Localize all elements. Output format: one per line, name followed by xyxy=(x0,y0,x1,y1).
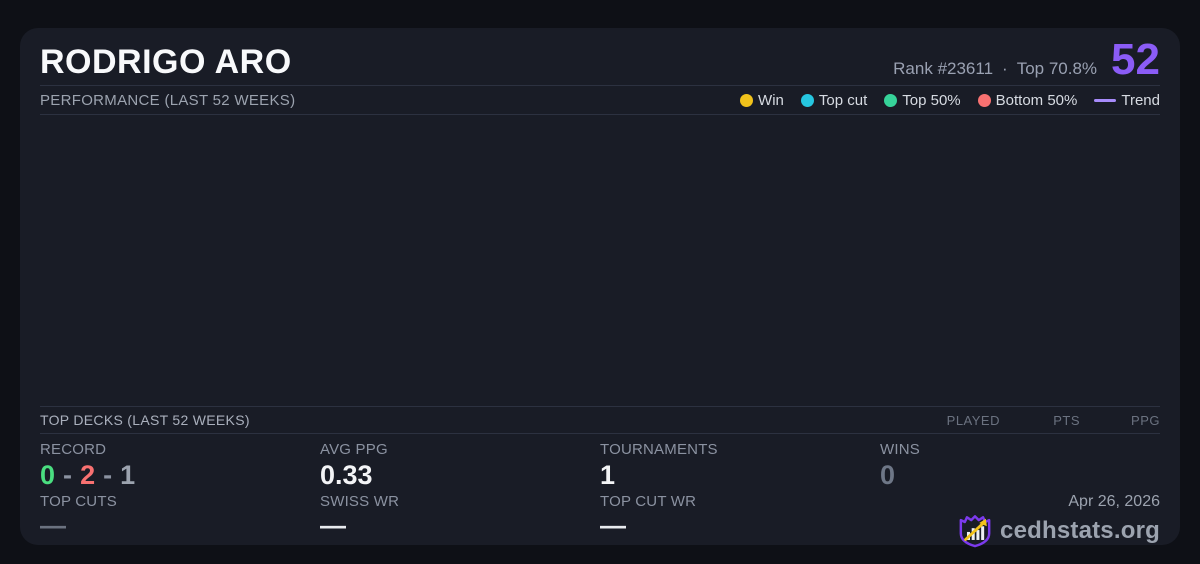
bottom50-dot-icon xyxy=(978,94,991,107)
footer-date: Apr 26, 2026 xyxy=(880,493,1160,511)
legend-label-win: Win xyxy=(758,92,784,109)
chart-legend: Win Top cut Top 50% Bottom 50% Trend xyxy=(740,92,1160,109)
top-cut-dot-icon xyxy=(801,94,814,107)
legend-item-bottom50: Bottom 50% xyxy=(978,92,1078,109)
legend-item-win: Win xyxy=(740,92,784,109)
performance-header: PERFORMANCE (LAST 52 WEEKS) Win Top cut … xyxy=(40,86,1160,115)
top-cuts-label: TOP CUTS xyxy=(40,493,320,510)
top-percent-text: Top 70.8% xyxy=(1017,59,1097,79)
brand-name: cedhstats.org xyxy=(1000,517,1160,545)
rank-separator: · xyxy=(1002,59,1008,79)
column-header-ppg: PPG xyxy=(1080,413,1160,428)
top50-dot-icon xyxy=(884,94,897,107)
record-label: RECORD xyxy=(40,441,320,458)
stat-avg-ppg: AVG PPG 0.33 xyxy=(320,441,600,493)
stat-tournaments: TOURNAMENTS 1 xyxy=(600,441,880,493)
stats-grid: RECORD 0 - 2 - 1 AVG PPG 0.33 TOURNAMENT… xyxy=(40,434,1160,548)
tournaments-label: TOURNAMENTS xyxy=(600,441,880,458)
stat-record: RECORD 0 - 2 - 1 xyxy=(40,441,320,493)
avg-ppg-value: 0.33 xyxy=(320,461,600,489)
record-losses: 2 xyxy=(80,460,96,490)
legend-item-top50: Top 50% xyxy=(884,92,960,109)
brand-row[interactable]: cedhstats.org xyxy=(880,514,1160,548)
legend-item-top-cut: Top cut xyxy=(801,92,867,109)
record-sep1: - xyxy=(63,460,73,490)
legend-label-top-cut: Top cut xyxy=(819,92,867,109)
stat-top-cuts: TOP CUTS — xyxy=(40,493,320,548)
top-cut-wr-value: — xyxy=(600,513,880,537)
record-sep2: - xyxy=(103,460,113,490)
avg-ppg-label: AVG PPG xyxy=(320,441,600,458)
card-header: RODRIGO ARO Rank #23611 · Top 70.8% 52 xyxy=(40,28,1160,86)
wins-value: 0 xyxy=(880,461,1160,489)
top-decks-columns: PLAYED PTS PPG xyxy=(920,413,1160,428)
player-stats-card: RODRIGO ARO Rank #23611 · Top 70.8% 52 P… xyxy=(20,28,1180,545)
top-decks-heading: TOP DECKS (LAST 52 WEEKS) xyxy=(40,412,250,428)
column-header-pts: PTS xyxy=(1000,413,1080,428)
legend-label-bottom50: Bottom 50% xyxy=(996,92,1078,109)
record-value: 0 - 2 - 1 xyxy=(40,461,320,489)
wins-label: WINS xyxy=(880,441,1160,458)
column-header-played: PLAYED xyxy=(920,413,1000,428)
stat-swiss-wr: SWISS WR — xyxy=(320,493,600,548)
tournaments-value: 1 xyxy=(600,461,880,489)
win-dot-icon xyxy=(740,94,753,107)
top-cuts-value: — xyxy=(40,513,320,537)
performance-heading: PERFORMANCE (LAST 52 WEEKS) xyxy=(40,92,295,109)
performance-chart-area xyxy=(40,115,1160,407)
legend-label-trend: Trend xyxy=(1121,92,1160,109)
header-right: Rank #23611 · Top 70.8% 52 xyxy=(893,42,1160,79)
trend-line-icon xyxy=(1094,99,1116,102)
rank-line: Rank #23611 · Top 70.8% xyxy=(893,59,1097,79)
stat-top-cut-wr: TOP CUT WR — xyxy=(600,493,880,548)
stat-wins: WINS 0 xyxy=(880,441,1160,493)
top-decks-header: TOP DECKS (LAST 52 WEEKS) PLAYED PTS PPG xyxy=(40,407,1160,434)
record-wins: 0 xyxy=(40,460,56,490)
legend-item-trend: Trend xyxy=(1094,92,1160,109)
player-name: RODRIGO ARO xyxy=(40,45,292,79)
score-value: 52 xyxy=(1111,42,1160,78)
card-footer: Apr 26, 2026 cedhstats.org xyxy=(880,493,1160,548)
record-draws: 1 xyxy=(120,460,136,490)
cedhstats-logo-icon xyxy=(958,514,992,548)
swiss-wr-label: SWISS WR xyxy=(320,493,600,510)
top-cut-wr-label: TOP CUT WR xyxy=(600,493,880,510)
legend-label-top50: Top 50% xyxy=(902,92,960,109)
rank-text: Rank #23611 xyxy=(893,59,993,79)
swiss-wr-value: — xyxy=(320,513,600,537)
